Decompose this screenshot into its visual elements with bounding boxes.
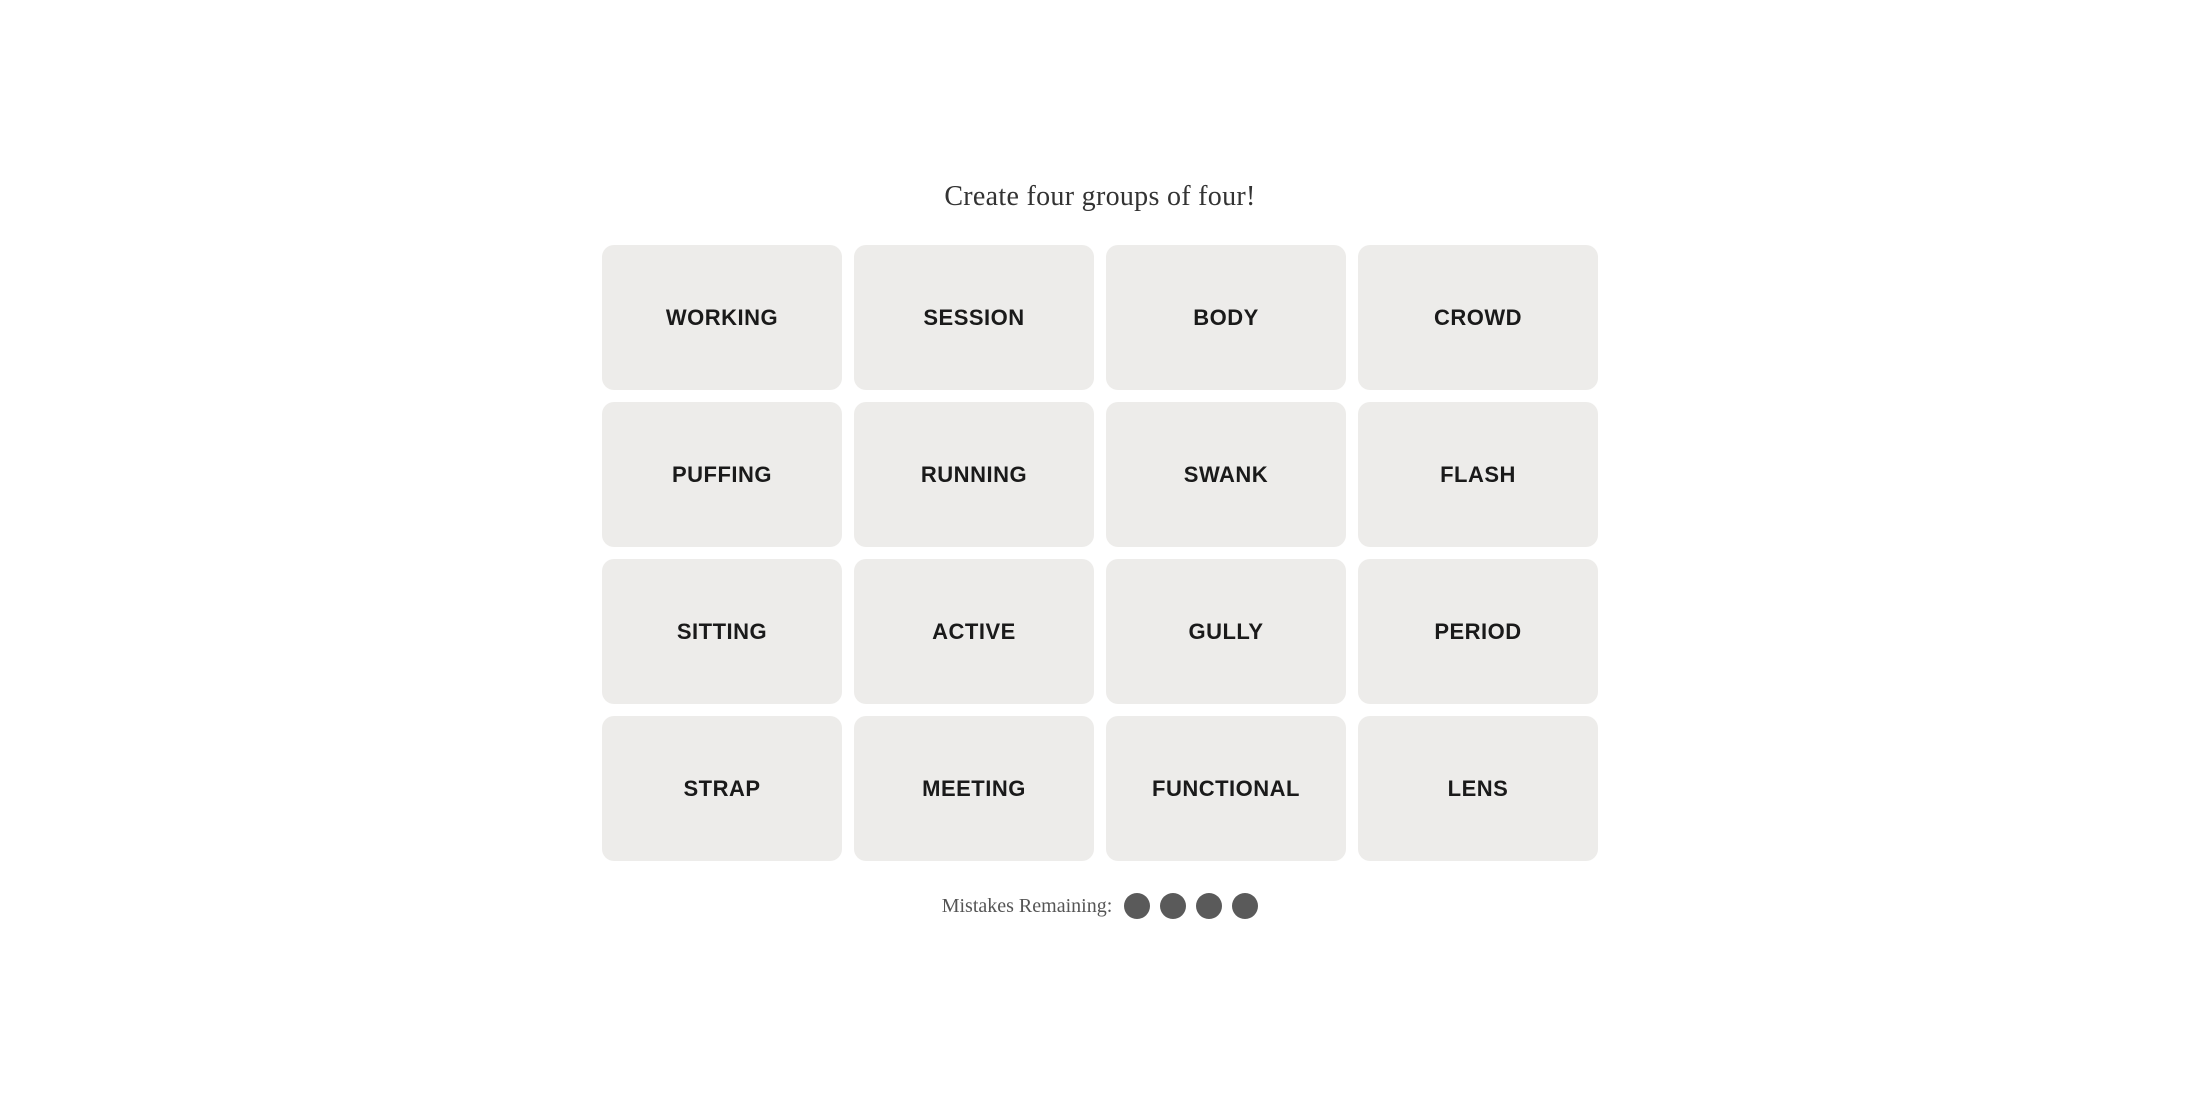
word-card[interactable]: STRAP: [602, 716, 842, 861]
word-card[interactable]: GULLY: [1106, 559, 1346, 704]
word-label: MEETING: [922, 776, 1026, 802]
word-label: CROWD: [1434, 305, 1522, 331]
word-label: ACTIVE: [932, 619, 1016, 645]
mistake-dot: [1232, 893, 1258, 919]
word-card[interactable]: CROWD: [1358, 245, 1598, 390]
word-card[interactable]: PERIOD: [1358, 559, 1598, 704]
word-card[interactable]: SITTING: [602, 559, 842, 704]
word-grid: WORKING SESSION BODY CROWD PUFFING RUNNING SWA…: [602, 245, 1598, 861]
word-card[interactable]: ACTIVE: [854, 559, 1094, 704]
mistake-dot: [1124, 893, 1150, 919]
word-card[interactable]: SESSION: [854, 245, 1094, 390]
word-label: BODY: [1193, 305, 1259, 331]
word-label: GULLY: [1188, 619, 1263, 645]
game-subtitle: Create four groups of four!: [944, 181, 1255, 213]
word-label: SESSION: [923, 305, 1024, 331]
word-card[interactable]: FLASH: [1358, 402, 1598, 547]
word-label: RUNNING: [921, 462, 1027, 488]
word-label: PUFFING: [672, 462, 772, 488]
word-label: FUNCTIONAL: [1152, 776, 1300, 802]
word-card[interactable]: PUFFING: [602, 402, 842, 547]
word-card[interactable]: BODY: [1106, 245, 1346, 390]
word-label: SWANK: [1184, 462, 1268, 488]
word-card[interactable]: LENS: [1358, 716, 1598, 861]
word-card[interactable]: WORKING: [602, 245, 842, 390]
word-label: WORKING: [666, 305, 778, 331]
mistakes-dots: [1124, 893, 1258, 919]
word-card[interactable]: FUNCTIONAL: [1106, 716, 1346, 861]
word-label: STRAP: [683, 776, 760, 802]
word-label: SITTING: [677, 619, 767, 645]
word-card[interactable]: SWANK: [1106, 402, 1346, 547]
word-label: LENS: [1448, 776, 1509, 802]
mistake-dot: [1160, 893, 1186, 919]
mistakes-label: Mistakes Remaining:: [942, 895, 1113, 918]
mistake-dot: [1196, 893, 1222, 919]
mistakes-section: Mistakes Remaining:: [942, 893, 1259, 919]
game-container: Create four groups of four! WORKING SESSI…: [550, 181, 1650, 919]
word-label: PERIOD: [1434, 619, 1521, 645]
word-label: FLASH: [1440, 462, 1516, 488]
word-card[interactable]: MEETING: [854, 716, 1094, 861]
word-card[interactable]: RUNNING: [854, 402, 1094, 547]
